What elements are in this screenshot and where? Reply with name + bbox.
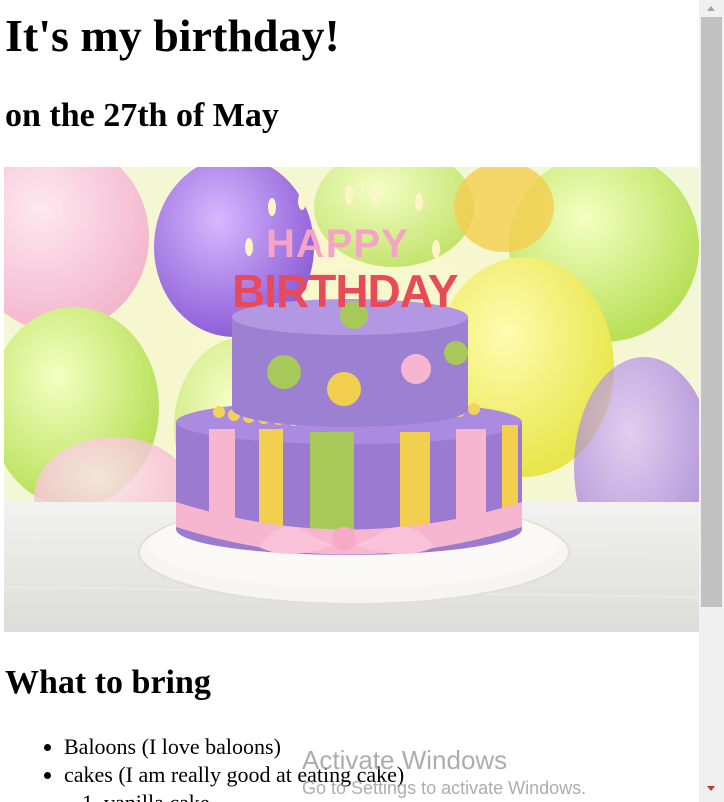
section-heading-what-to-bring: What to bring	[5, 664, 211, 701]
page-content: It's my birthday! on the 27th of May HAP…	[0, 0, 699, 802]
scrollbar-thumb[interactable]	[701, 17, 722, 607]
cake-sublist: vanilla cake	[64, 789, 404, 802]
cake-candle-text-happy: HAPPY	[266, 222, 409, 266]
vertical-scrollbar[interactable]	[699, 0, 724, 802]
scroll-down-arrow-icon[interactable]	[699, 780, 724, 797]
birthday-cake-image: HAPPY BIRTHDAY	[4, 167, 699, 632]
cake-illustration: HAPPY BIRTHDAY	[4, 167, 699, 632]
page-subtitle: on the 27th of May	[5, 97, 279, 134]
cake-candle-text-birthday: BIRTHDAY	[232, 265, 458, 317]
bring-list: Baloons (I love baloons) cakes (I am rea…	[24, 733, 404, 802]
scroll-up-arrow-icon[interactable]	[699, 0, 724, 17]
page-title: It's my birthday!	[5, 10, 340, 61]
sublist-item: vanilla cake	[104, 789, 404, 802]
list-item-text: cakes (I am really good at eating cake)	[64, 762, 405, 787]
list-item: Baloons (I love baloons)	[64, 733, 404, 761]
list-item: cakes (I am really good at eating cake) …	[64, 761, 404, 802]
